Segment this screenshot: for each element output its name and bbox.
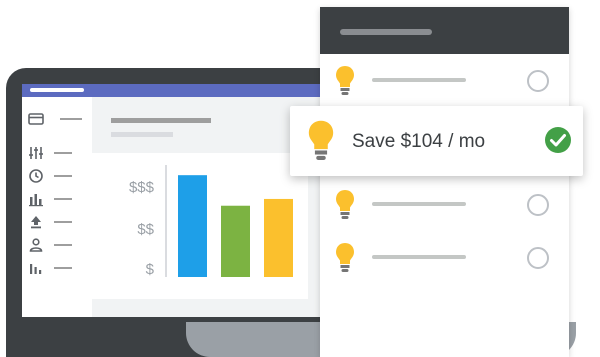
sidebar-label-placeholder [54, 152, 72, 154]
item-text-placeholder [372, 202, 466, 206]
list-item[interactable] [320, 56, 569, 106]
list-item[interactable] [320, 233, 569, 283]
lightbulb-icon [308, 120, 334, 160]
list-item[interactable] [320, 180, 569, 230]
sidebar-item-person[interactable] [28, 237, 88, 253]
sidebar-item-bar-chart[interactable] [28, 191, 88, 207]
recommendations-panel [320, 7, 569, 357]
panel-title-placeholder [340, 29, 432, 35]
heading-placeholder [111, 118, 211, 123]
sidebar-label-placeholder [54, 244, 72, 246]
chart-bar [178, 175, 207, 277]
sidebar-item-upload[interactable] [28, 214, 88, 230]
check-circle-icon[interactable] [544, 126, 572, 154]
chart-bar [221, 205, 250, 277]
chart-bar [264, 198, 293, 277]
panel-header [320, 7, 569, 54]
lightbulb-icon [336, 243, 354, 272]
filters-icon [29, 147, 43, 159]
item-text-placeholder [372, 255, 466, 259]
upload-icon [31, 216, 41, 229]
bar-chart [165, 165, 293, 277]
card-icon [28, 113, 44, 125]
app-header-bar [22, 84, 358, 97]
sidebar-item-clock[interactable] [28, 168, 88, 184]
sidebar-label-placeholder [54, 221, 72, 223]
unchecked-circle-icon[interactable] [527, 247, 549, 269]
unchecked-circle-icon[interactable] [527, 70, 549, 92]
item-text-placeholder [372, 78, 466, 82]
sidebar [22, 97, 92, 317]
clock-icon [29, 169, 43, 183]
sidebar-label-placeholder [54, 267, 72, 269]
app-title-placeholder [30, 88, 84, 92]
lightbulb-icon [336, 190, 354, 219]
lightbulb-icon [336, 66, 354, 95]
stats-icon [30, 264, 42, 274]
person-icon [29, 238, 43, 252]
sidebar-label-placeholder [54, 198, 72, 200]
savings-text: Save $104 / mo [352, 131, 486, 152]
chart-card: $$$ $$ $ [92, 153, 308, 299]
sidebar-label-placeholder [60, 118, 82, 120]
bar-chart-icon [29, 194, 43, 207]
subheading-placeholder [111, 132, 173, 137]
sidebar-item-card[interactable] [28, 111, 88, 127]
sidebar-label-placeholder [54, 175, 72, 177]
unchecked-circle-icon[interactable] [527, 194, 549, 216]
sidebar-item-filters[interactable] [28, 145, 88, 161]
savings-card[interactable]: Save $104 / mo [290, 106, 583, 176]
sidebar-item-stats[interactable] [28, 260, 88, 276]
